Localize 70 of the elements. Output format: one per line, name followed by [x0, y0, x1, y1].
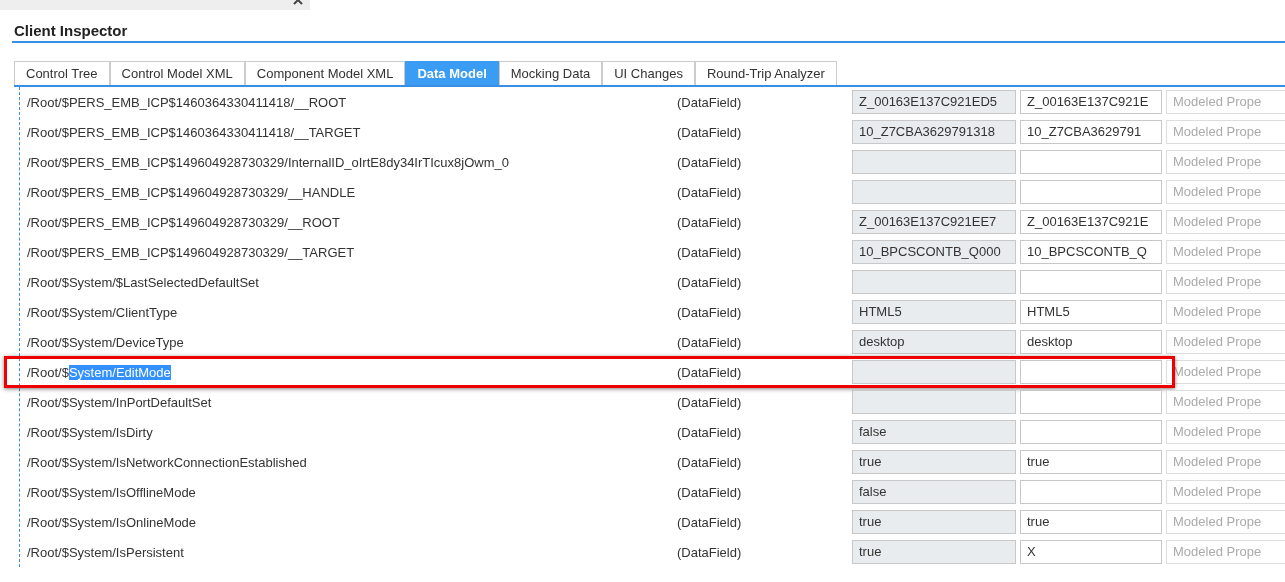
new-value-field[interactable]: true — [1020, 510, 1162, 534]
property-type: (DataField) — [677, 154, 743, 170]
tab[interactable]: Mocking Data — [498, 61, 603, 85]
property-type: (DataField) — [677, 544, 743, 560]
new-value-field[interactable]: 10_Z7CBA3629791 — [1020, 120, 1162, 144]
property-type: (DataField) — [677, 364, 743, 380]
tab[interactable]: Control Model XML — [109, 61, 245, 85]
tab[interactable]: Round-Trip Analyzer — [694, 61, 837, 85]
window-title: Client Inspector — [14, 22, 128, 39]
tab[interactable]: UI Changes — [602, 61, 695, 85]
current-value-field[interactable]: 10_BPCSCONTB_Q000 — [852, 240, 1016, 264]
property-path: /Root/$System/$LastSelectedDefaultSet — [27, 274, 260, 290]
tab[interactable]: Component Model XML — [244, 61, 406, 85]
new-value-field[interactable]: X — [1020, 540, 1162, 564]
property-path: /Root/$PERS_EMB_ICP$1460364330411418/__ROOT — [27, 94, 348, 110]
new-value-field[interactable] — [1020, 420, 1162, 444]
new-value-field[interactable]: true — [1020, 450, 1162, 474]
new-value-field[interactable] — [1020, 150, 1162, 174]
current-value-field[interactable]: Z_00163E137C921ED5 — [852, 90, 1016, 114]
new-value-field[interactable]: desktop — [1020, 330, 1162, 354]
property-path: /Root/$System/ClientType — [27, 304, 179, 320]
property-path: /Root/$System/DeviceType — [27, 334, 185, 350]
current-value-field[interactable]: false — [852, 420, 1016, 444]
property-type: (DataField) — [677, 214, 743, 230]
property-path: /Root/$System/IsOnlineMode — [27, 514, 198, 530]
current-value-field[interactable] — [852, 360, 1016, 384]
current-value-field[interactable] — [852, 270, 1016, 294]
current-value-field[interactable] — [852, 150, 1016, 174]
new-value-field[interactable]: 10_BPCSCONTB_Q — [1020, 240, 1162, 264]
new-value-field[interactable] — [1020, 360, 1162, 384]
new-value-field[interactable] — [1020, 390, 1162, 414]
new-value-field[interactable] — [1020, 270, 1162, 294]
property-type: (DataField) — [677, 424, 743, 440]
current-value-field[interactable]: true — [852, 510, 1016, 534]
property-path: /Root/$System/IsDirty — [27, 424, 154, 440]
property-path: /Root/$System/IsPersistent — [27, 544, 185, 560]
property-path: /Root/$PERS_EMB_ICP$149604928730329/InternalID_oIrtE8dy34IrTIcux8jOwm_0 — [27, 154, 510, 170]
property-path: /Root/$PERS_EMB_ICP$149604928730329/__HANDLE — [27, 184, 357, 200]
new-value-field[interactable]: HTML5 — [1020, 300, 1162, 324]
new-value-field[interactable]: Z_00163E137C921E — [1020, 90, 1162, 114]
current-value-field[interactable] — [852, 180, 1016, 204]
property-path: /Root/$PERS_EMB_ICP$1460364330411418/__TARGET — [27, 124, 362, 140]
property-path: /Root/$PERS_EMB_ICP$149604928730329/__ROOT — [27, 214, 341, 230]
property-type: (DataField) — [677, 124, 743, 140]
current-value-field[interactable]: true — [852, 450, 1016, 474]
property-type: (DataField) — [677, 514, 743, 530]
property-type: (DataField) — [677, 304, 743, 320]
property-type: (DataField) — [677, 244, 743, 260]
property-path: /Root/$System/IsNetworkConnectionEstablished — [27, 454, 308, 470]
current-value-field[interactable]: desktop — [852, 330, 1016, 354]
property-type: (DataField) — [677, 184, 743, 200]
new-value-field[interactable] — [1020, 480, 1162, 504]
current-value-field[interactable]: 10_Z7CBA3629791318 — [852, 120, 1016, 144]
current-value-field[interactable]: true — [852, 540, 1016, 564]
property-type: (DataField) — [677, 394, 743, 410]
property-type: (DataField) — [677, 334, 743, 350]
current-value-field[interactable]: Z_00163E137C921EE7 — [852, 210, 1016, 234]
property-type: (DataField) — [677, 454, 743, 470]
new-value-field[interactable]: Z_00163E137C921E — [1020, 210, 1162, 234]
property-type: (DataField) — [677, 484, 743, 500]
property-path: /Root/$PERS_EMB_ICP$149604928730329/__TARGET — [27, 244, 356, 260]
current-value-field[interactable]: HTML5 — [852, 300, 1016, 324]
current-value-field[interactable] — [852, 390, 1016, 414]
property-path: /Root/$System/InPortDefaultSet — [27, 394, 213, 410]
current-value-field[interactable]: false — [852, 480, 1016, 504]
property-path: /Root/$System/IsOfflineMode — [27, 484, 197, 500]
tab[interactable]: Control Tree — [14, 61, 110, 85]
property-type: (DataField) — [677, 274, 743, 290]
new-value-field[interactable] — [1020, 180, 1162, 204]
property-type: (DataField) — [677, 94, 743, 110]
